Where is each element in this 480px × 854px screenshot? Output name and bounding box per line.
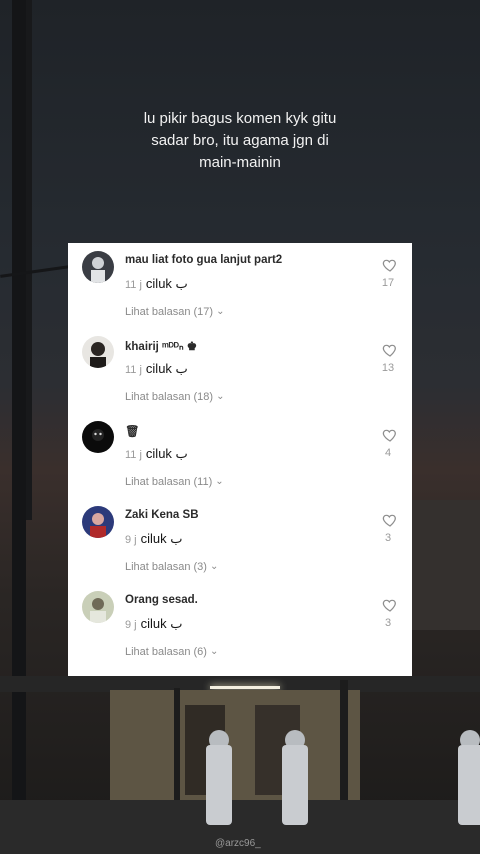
view-replies-label: Lihat balasan (6) <box>125 646 207 658</box>
canopy-post <box>340 680 348 820</box>
comment-item: Zaki Kena SB 9 j ciluk ب Lihat balasan (3… <box>68 498 412 583</box>
like-count: 3 <box>384 617 392 629</box>
heart-icon[interactable] <box>382 427 398 443</box>
comment-username[interactable]: Orang sesad. <box>125 594 198 606</box>
heart-icon[interactable] <box>382 597 398 613</box>
view-replies-button[interactable]: Lihat balasan (11) ⌄ <box>125 476 224 488</box>
avatar[interactable] <box>82 506 114 538</box>
gas-station-building <box>110 690 360 800</box>
comment-text: ciluk ب <box>145 276 188 291</box>
view-replies-button[interactable]: Lihat balasan (6) ⌄ <box>125 646 218 658</box>
background-building <box>412 500 480 630</box>
view-replies-button[interactable]: Lihat balasan (3) ⌄ <box>125 561 218 573</box>
comment-time: 11 j <box>125 449 142 461</box>
comment-time: 9 j <box>125 534 137 546</box>
comment-body: 11 j ciluk ب <box>125 361 188 377</box>
comment-time: 11 j <box>125 279 142 291</box>
chevron-down-icon: ⌄ <box>215 476 224 487</box>
view-replies-button[interactable]: Lihat balasan (17) ⌄ <box>125 306 224 318</box>
comment-text: ciluk ب <box>145 361 188 376</box>
view-replies-label: Lihat balasan (17) <box>125 306 214 318</box>
comment-text: ciluk ب <box>140 531 183 546</box>
comment-item: Orang sesad. 9 j ciluk ب Lihat balasan (6… <box>68 583 412 668</box>
view-replies-label: Lihat balasan (11) <box>125 476 213 488</box>
comment-item: mau liat foto gua lanjut part2 11 j ciluk… <box>68 243 412 328</box>
chevron-down-icon: ⌄ <box>216 391 225 402</box>
comment-body: 9 j ciluk ب <box>125 616 183 632</box>
chevron-down-icon: ⌄ <box>209 646 219 657</box>
utility-pole <box>12 0 26 854</box>
comment-username[interactable]: mau liat foto gua lanjut part2 <box>125 254 282 266</box>
comment-text: ciluk ب <box>145 446 188 461</box>
view-replies-label: Lihat balasan (18) <box>125 391 214 403</box>
comment-username[interactable]: Zaki Kena SB <box>125 509 199 521</box>
comment-item: 🗑 11 j ciluk ب Lihat balasan (11) ⌄ 4 <box>68 413 412 498</box>
comment-item: khairij ᵐᴰᴰₙ ♚ 11 j ciluk ب Lihat balasan… <box>68 328 412 413</box>
chevron-down-icon: ⌄ <box>216 306 225 317</box>
comment-username[interactable]: 🗑 <box>125 424 140 438</box>
view-replies-label: Lihat balasan (3) <box>125 561 207 573</box>
avatar[interactable] <box>82 251 114 283</box>
comment-time: 11 j <box>125 364 142 376</box>
headline-line: lu pikir bagus komen kyk gitu <box>143 110 337 127</box>
avatar[interactable] <box>82 421 114 453</box>
comment-text: ciluk ب <box>140 616 183 631</box>
comment-panel: mau liat foto gua lanjut part2 11 j ciluk… <box>68 243 412 676</box>
avatar[interactable] <box>82 336 114 368</box>
chevron-down-icon: ⌄ <box>209 561 219 572</box>
avatar[interactable] <box>82 591 114 623</box>
like-count: 3 <box>384 532 392 544</box>
comment-body: 11 j ciluk ب <box>125 276 188 292</box>
like-count: 4 <box>384 447 392 459</box>
watermark: @arzc96_ <box>215 838 261 849</box>
like-count: 13 <box>381 362 395 374</box>
comment-username[interactable]: khairij ᵐᴰᴰₙ ♚ <box>125 339 197 353</box>
headline-line: sadar bro, itu agama jgn di <box>151 132 329 149</box>
heart-icon[interactable] <box>382 512 398 528</box>
comment-body: 11 j ciluk ب <box>125 446 188 462</box>
utility-pole-secondary <box>26 0 32 520</box>
power-line <box>0 265 70 278</box>
heart-icon[interactable] <box>382 257 398 273</box>
like-count: 17 <box>381 277 395 289</box>
canopy-light <box>210 686 280 689</box>
view-replies-button[interactable]: Lihat balasan (18) ⌄ <box>125 391 224 403</box>
heart-icon[interactable] <box>382 342 398 358</box>
comment-time: 9 j <box>125 619 137 631</box>
comment-body: 9 j ciluk ب <box>125 531 183 547</box>
fuel-pump <box>206 745 232 825</box>
fuel-pump <box>458 745 480 825</box>
canopy-post <box>174 688 180 808</box>
fuel-pump <box>282 745 308 825</box>
headline-text: lu pikir bagus komen kyk gitu sadar bro,… <box>120 108 360 174</box>
headline-line: main-mainin <box>199 154 281 171</box>
